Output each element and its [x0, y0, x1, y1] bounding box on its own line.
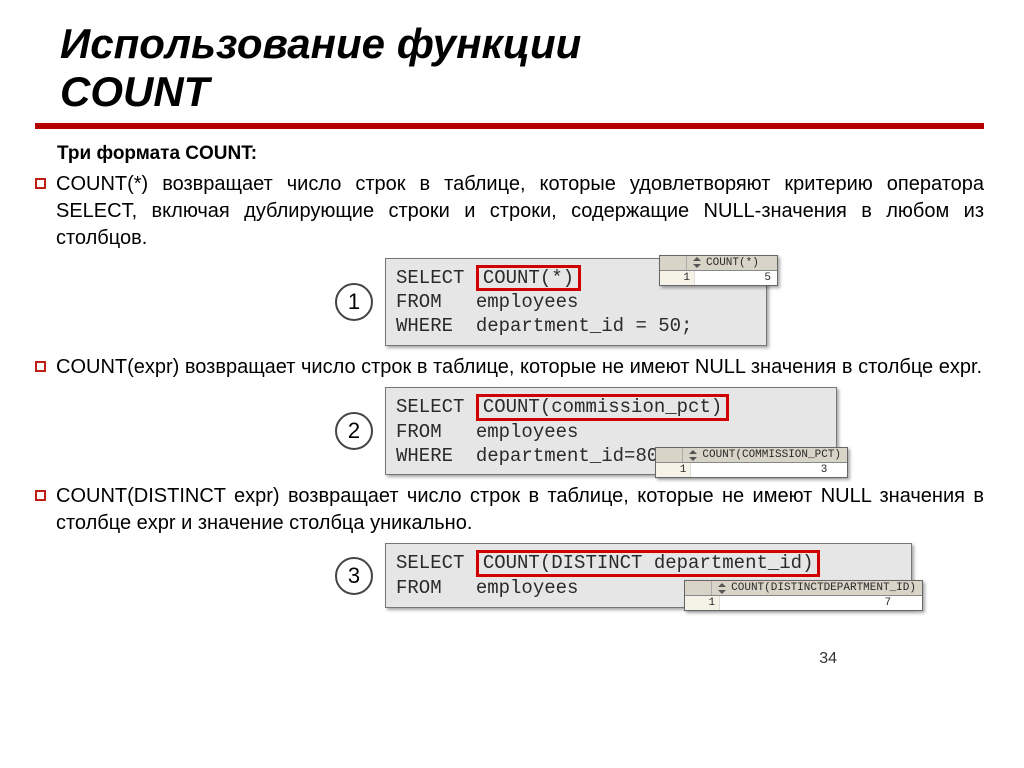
- res3-idx: 1: [685, 596, 720, 610]
- res3-val: 7: [720, 596, 897, 610]
- example-1: 1 SELECT COUNT(*) FROM employees WHERE d…: [35, 258, 984, 346]
- sort-icon: [689, 451, 698, 460]
- code-box-3: SELECT COUNT(DISTINCT department_id) FRO…: [385, 543, 912, 608]
- number-circle-3: 3: [335, 557, 373, 595]
- code3-highlight: COUNT(DISTINCT department_id): [476, 550, 821, 577]
- code3-pre: SELECT: [396, 552, 476, 574]
- code-box-1: SELECT COUNT(*) FROM employees WHERE dep…: [385, 258, 767, 346]
- sort-icon: [718, 584, 727, 593]
- res1-idx: 1: [660, 271, 695, 285]
- sort-icon: [693, 258, 702, 267]
- subtitle: Три формата COUNT:: [57, 143, 984, 165]
- list-item: COUNT(DISTINCT expr) возвращает число ст…: [35, 483, 984, 537]
- code2-l2: FROM employees: [396, 421, 826, 445]
- page-number: 34: [819, 650, 837, 668]
- code1-l2: FROM employees: [396, 291, 756, 315]
- res3-header: COUNT(DISTINCTDEPARTMENT_ID): [731, 582, 916, 594]
- code-box-2: SELECT COUNT(commission_pct) FROM employ…: [385, 387, 837, 475]
- title-rule: [35, 123, 984, 129]
- code1-pre: SELECT: [396, 267, 476, 289]
- code1-highlight: COUNT(*): [476, 265, 581, 292]
- list-item: COUNT(*) возвращает число строк в таблиц…: [35, 171, 984, 252]
- item-text-2: COUNT(expr) возвращает число строк в таб…: [56, 354, 982, 381]
- res2-header: COUNT(COMMISSION_PCT): [702, 449, 841, 461]
- code2-pre: SELECT: [396, 396, 476, 418]
- res2-idx: 1: [656, 463, 691, 477]
- example-3: 3 SELECT COUNT(DISTINCT department_id) F…: [35, 543, 984, 608]
- bullet-icon: [35, 361, 46, 372]
- item-text-1: COUNT(*) возвращает число строк в таблиц…: [56, 171, 984, 252]
- item-text-3: COUNT(DISTINCT expr) возвращает число ст…: [56, 483, 984, 537]
- res2-val: 3: [691, 463, 833, 477]
- res1-val: 5: [695, 271, 777, 285]
- number-circle-2: 2: [335, 412, 373, 450]
- example-2: 2 SELECT COUNT(commission_pct) FROM empl…: [35, 387, 984, 475]
- slide-title: Использование функции COUNT: [60, 20, 984, 117]
- bullet-icon: [35, 178, 46, 189]
- title-line2: COUNT: [60, 68, 209, 115]
- res1-header: COUNT(*): [706, 257, 759, 269]
- result-panel-2: COUNT(COMMISSION_PCT) 1 3: [655, 447, 848, 478]
- bullet-icon: [35, 490, 46, 501]
- code1-l3: WHERE department_id = 50;: [396, 315, 756, 339]
- code2-highlight: COUNT(commission_pct): [476, 394, 729, 421]
- result-panel-1: COUNT(*) 1 5: [659, 255, 778, 286]
- title-line1: Использование функции: [60, 20, 581, 67]
- result-panel-3: COUNT(DISTINCTDEPARTMENT_ID) 1 7: [684, 580, 923, 611]
- slide: Использование функции COUNT Три формата …: [0, 0, 1024, 768]
- number-circle-1: 1: [335, 283, 373, 321]
- list-item: COUNT(expr) возвращает число строк в таб…: [35, 354, 984, 381]
